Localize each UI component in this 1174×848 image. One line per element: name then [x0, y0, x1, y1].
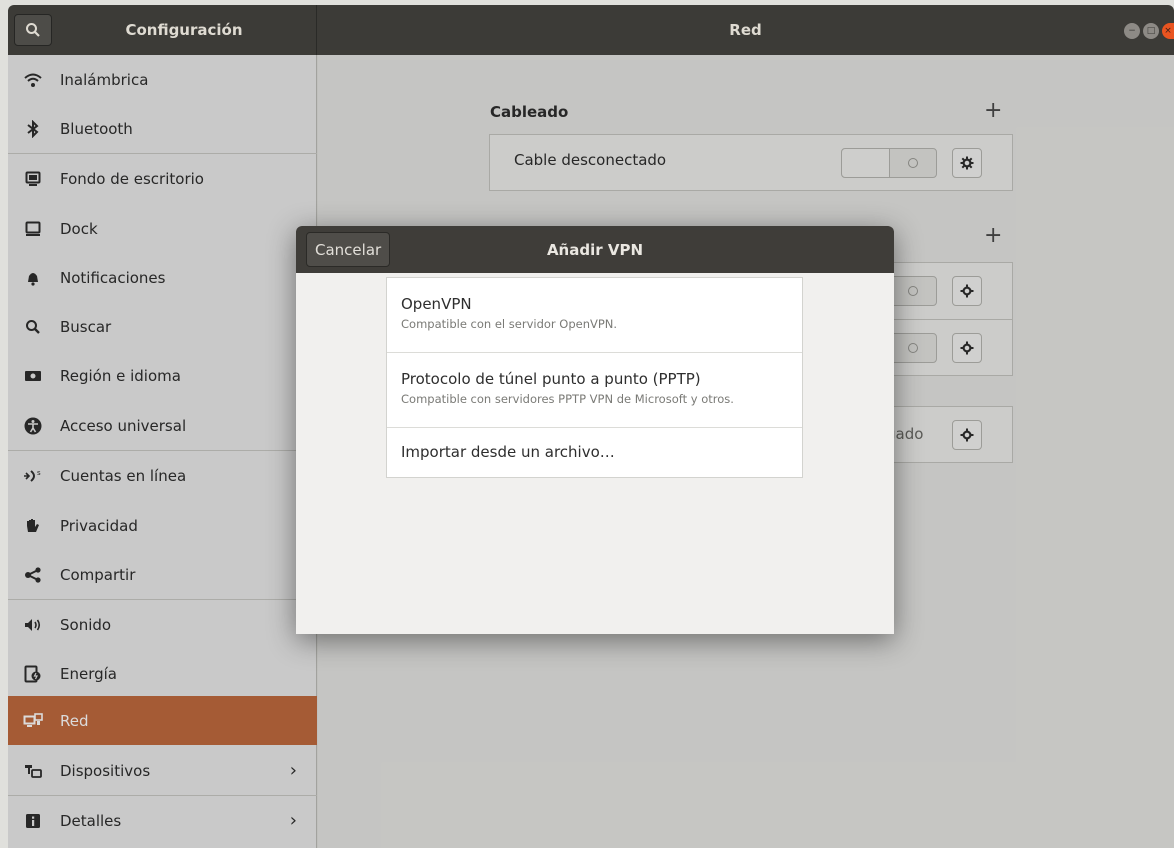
dialog-title: Añadir VPN: [546, 240, 644, 259]
vpn-option-openvpn[interactable]: OpenVPN Compatible con el servidor OpenV…: [387, 278, 802, 353]
header-left: Configuración: [8, 5, 317, 55]
close-button[interactable]: ×: [1162, 23, 1174, 39]
header-bar: Configuración Red − □ ×: [8, 5, 1174, 55]
vpn-option-desc: Compatible con el servidor OpenVPN.: [401, 317, 618, 331]
vpn-option-name: OpenVPN: [401, 295, 472, 313]
cancel-button[interactable]: Cancelar: [306, 232, 391, 267]
minimize-button[interactable]: −: [1124, 23, 1140, 39]
maximize-button[interactable]: □: [1143, 23, 1159, 39]
vpn-option-name: Importar desde un archivo…: [401, 443, 615, 461]
vpn-option-desc: Compatible con servidores PPTP VPN de Mi…: [401, 392, 734, 406]
vpn-option-name: Protocolo de túnel punto a punto (PPTP): [401, 370, 701, 388]
vpn-option-pptp[interactable]: Protocolo de túnel punto a punto (PPTP) …: [387, 353, 802, 428]
settings-title: Configuración: [125, 21, 243, 39]
search-icon: [26, 23, 40, 37]
vpn-option-import[interactable]: Importar desde un archivo…: [387, 428, 802, 477]
dialog-header: Cancelar Añadir VPN: [296, 226, 894, 273]
search-button[interactable]: [14, 14, 52, 46]
panel-title: Red: [729, 21, 762, 39]
window-controls: − □ ×: [1124, 23, 1174, 39]
header-right: Red − □ ×: [317, 5, 1174, 55]
vpn-type-list: OpenVPN Compatible con el servidor OpenV…: [386, 277, 803, 478]
add-vpn-dialog: Cancelar Añadir VPN OpenVPN Compatible c…: [296, 226, 894, 634]
